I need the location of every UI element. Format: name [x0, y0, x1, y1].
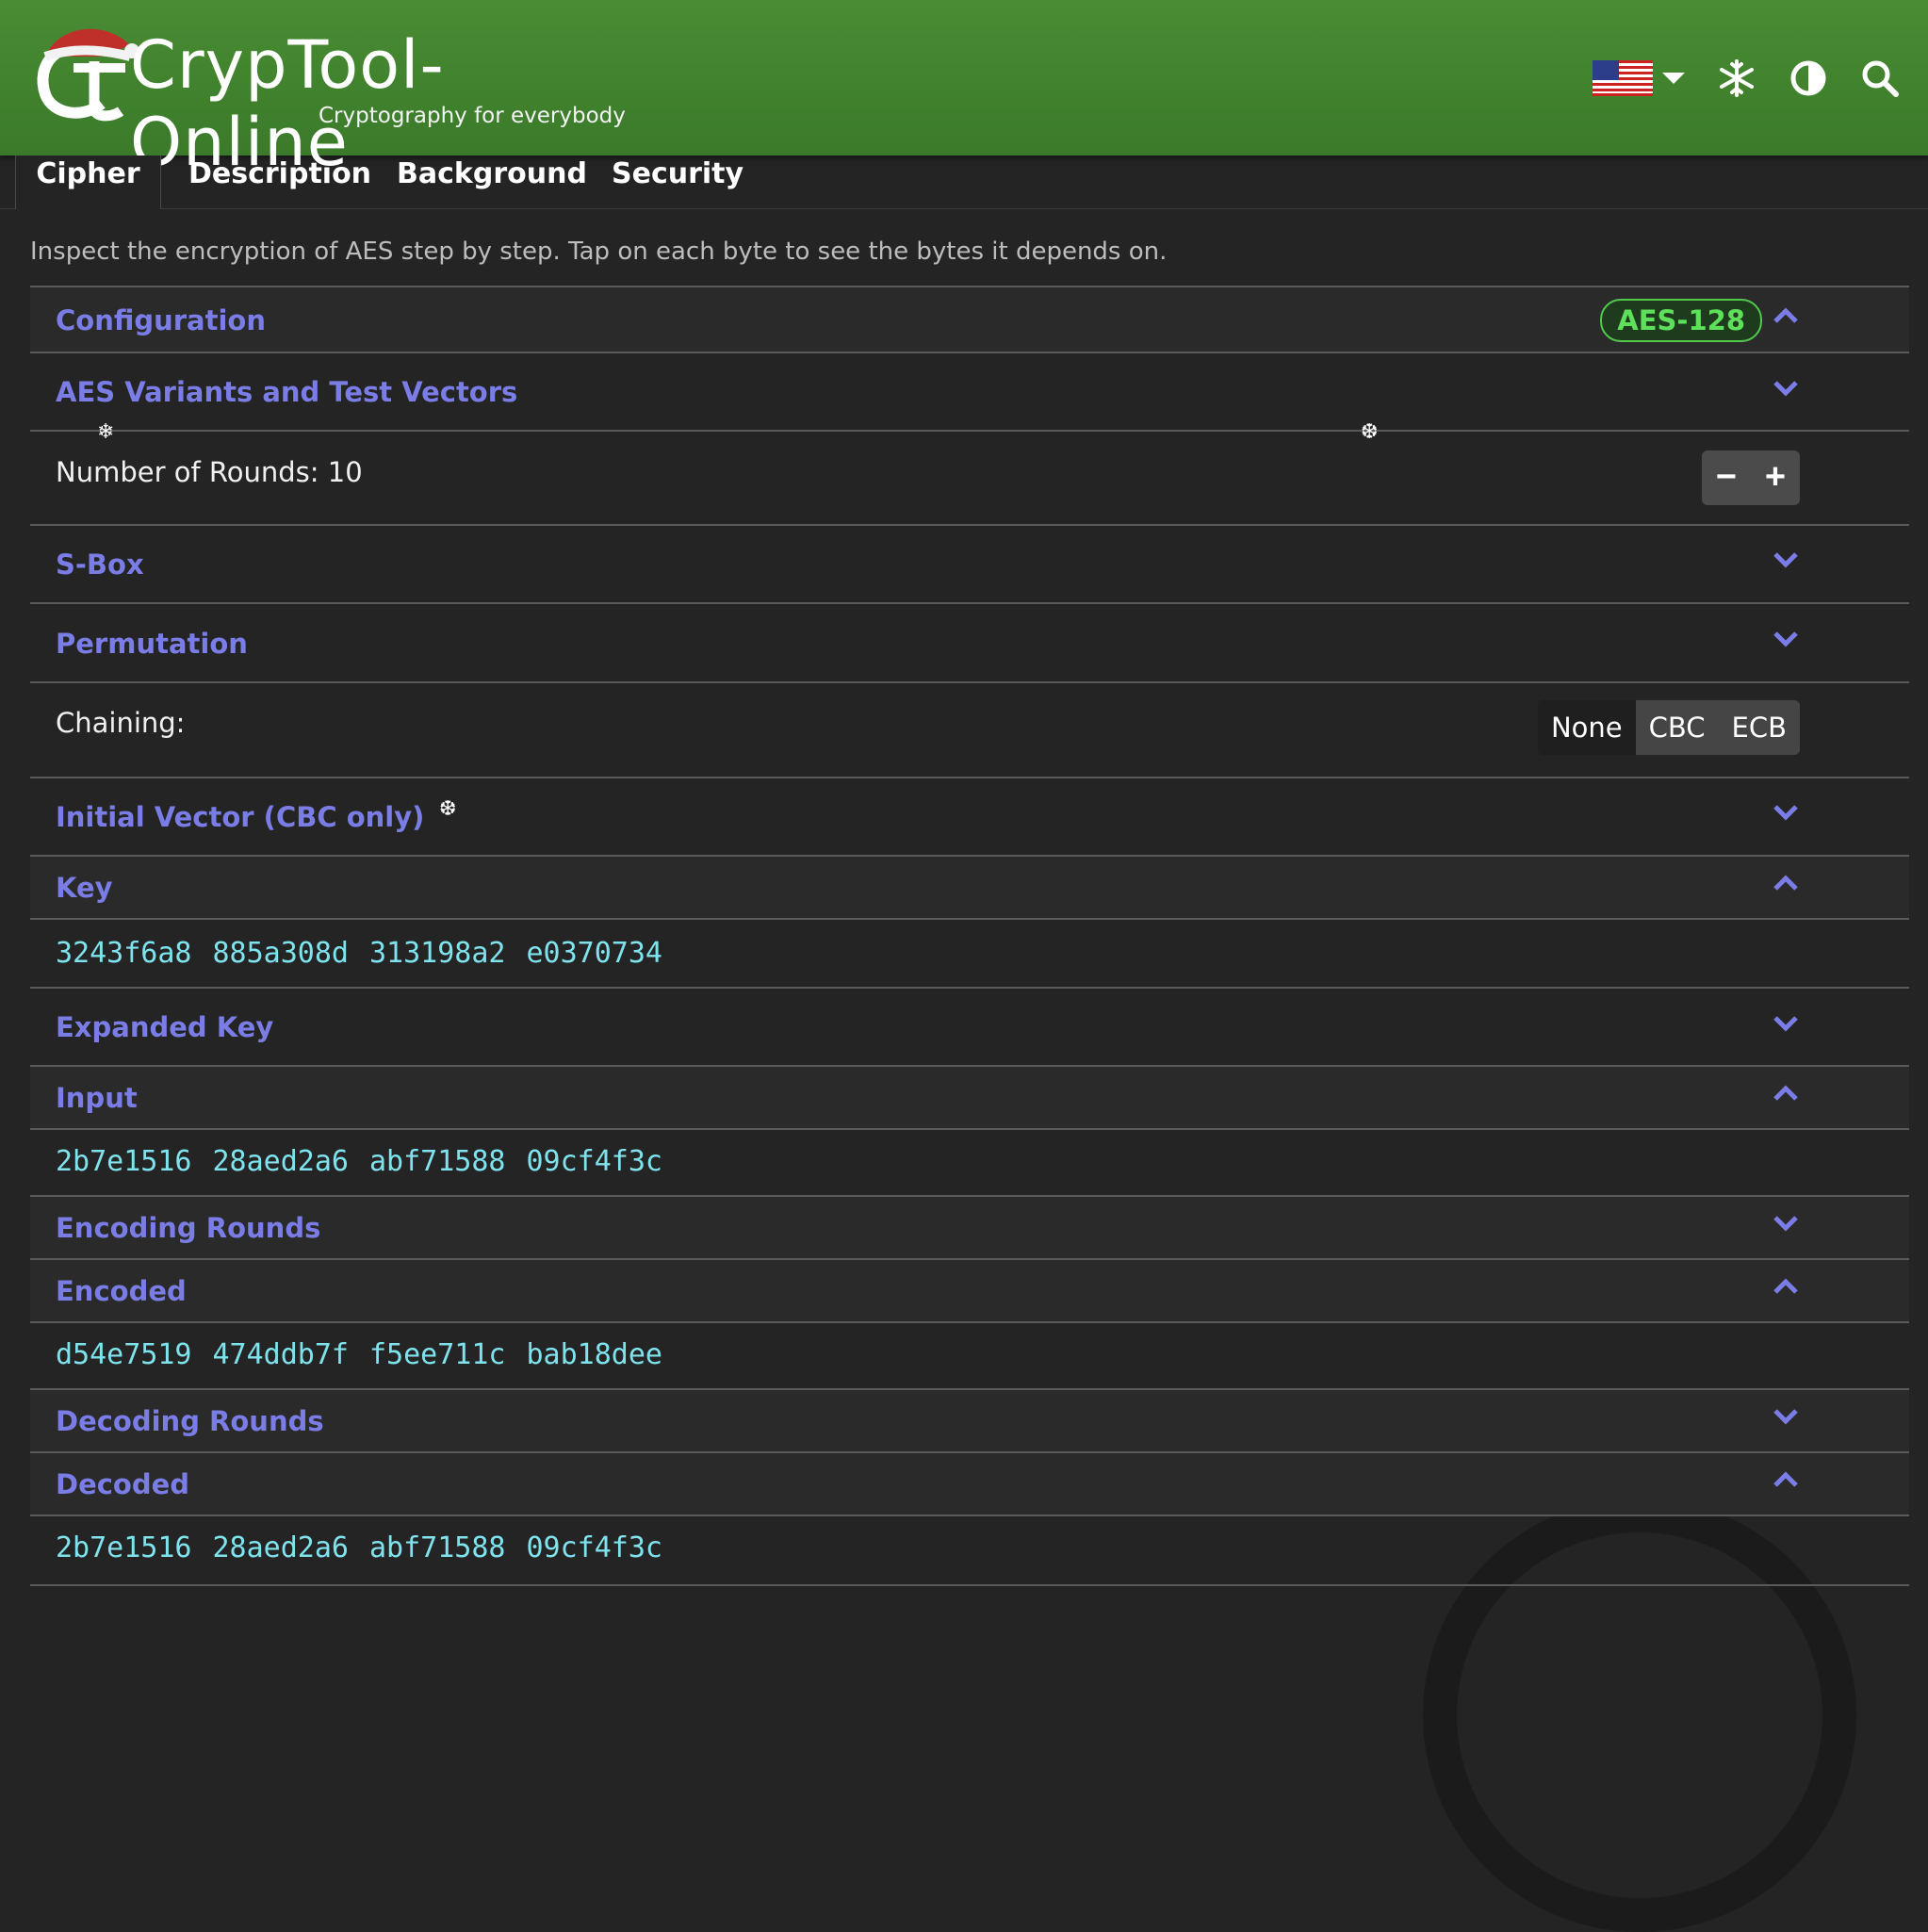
chevron-down-icon[interactable]	[1772, 803, 1800, 822]
rounds-label: Number of Rounds: 10	[56, 456, 363, 488]
expanded-key-label: Expanded Key	[56, 1011, 274, 1043]
tab-background[interactable]: Background	[397, 156, 587, 208]
sbox-label: S-Box	[56, 548, 144, 581]
rounds-stepper: − +	[1702, 450, 1800, 505]
input-value: 2b7e1516 28aed2a6 abf71588 09cf4f3c	[56, 1145, 683, 1178]
tab-security[interactable]: Security	[612, 156, 743, 208]
chevron-up-icon[interactable]	[1772, 874, 1800, 892]
encoded-word[interactable]: 474ddb7f	[213, 1338, 350, 1371]
chevron-up-icon[interactable]	[1772, 1084, 1800, 1103]
search-icon[interactable]	[1860, 58, 1900, 98]
intro-text: Inspect the encryption of AES step by st…	[30, 237, 1168, 266]
chaining-section: Chaining: None CBC ECB	[30, 681, 1909, 778]
encoded-value-row: d54e7519 474ddb7f f5ee711c bab18dee	[30, 1321, 1909, 1391]
chevron-up-icon[interactable]	[1772, 1277, 1800, 1296]
tab-cipher[interactable]: Cipher	[15, 156, 161, 209]
decrement-button[interactable]: −	[1702, 450, 1751, 505]
key-word[interactable]: e0370734	[527, 937, 663, 970]
input-word[interactable]: 09cf4f3c	[527, 1145, 663, 1178]
variants-section[interactable]: AES Variants and Test Vectors	[30, 352, 1909, 431]
us-flag-icon[interactable]	[1593, 60, 1653, 96]
iv-label: Initial Vector (CBC only)	[56, 801, 425, 833]
chaining-cbc-option[interactable]: CBC	[1635, 700, 1719, 755]
key-section[interactable]: Key	[30, 855, 1909, 919]
chevron-down-icon[interactable]	[1772, 1014, 1800, 1033]
input-label: Input	[56, 1082, 138, 1114]
key-word[interactable]: 885a308d	[213, 937, 350, 970]
chevron-down-icon[interactable]	[1772, 1407, 1800, 1426]
aes-variant-badge: AES-128	[1600, 299, 1762, 342]
variants-label: AES Variants and Test Vectors	[56, 376, 518, 408]
chevron-up-icon[interactable]	[1772, 306, 1800, 325]
decoded-label: Decoded	[56, 1468, 190, 1500]
encoded-word[interactable]: bab18dee	[527, 1338, 663, 1371]
encoded-value: d54e7519 474ddb7f f5ee711c bab18dee	[56, 1338, 683, 1371]
chevron-down-icon[interactable]	[1662, 73, 1685, 84]
decoded-value-row: 2b7e1516 28aed2a6 abf71588 09cf4f3c	[30, 1514, 1909, 1586]
expanded-key-section[interactable]: Expanded Key	[30, 987, 1909, 1066]
sbox-section[interactable]: S-Box	[30, 524, 1909, 603]
key-label: Key	[56, 872, 113, 904]
tab-bar: Cipher Description Background Security	[0, 156, 1928, 209]
encoding-rounds-label: Encoding Rounds	[56, 1212, 321, 1244]
input-word[interactable]: 28aed2a6	[213, 1145, 350, 1178]
logo-ct-icon	[37, 28, 139, 122]
increment-button[interactable]: +	[1751, 450, 1800, 505]
contrast-icon[interactable]	[1789, 58, 1828, 98]
decoding-rounds-label: Decoding Rounds	[56, 1405, 324, 1437]
encoded-word[interactable]: f5ee711c	[369, 1338, 506, 1371]
logo[interactable]: CrypTool-Online Cryptography for everybo…	[36, 9, 639, 181]
chevron-down-icon[interactable]	[1772, 1214, 1800, 1233]
snowflake-icon: ❆	[439, 796, 457, 820]
snowflake-icon: ❆	[1361, 419, 1379, 443]
encoded-word[interactable]: d54e7519	[56, 1338, 192, 1371]
encoded-label: Encoded	[56, 1275, 187, 1307]
decoded-word[interactable]: abf71588	[369, 1531, 506, 1564]
chevron-down-icon[interactable]	[1772, 550, 1800, 569]
permutation-label: Permutation	[56, 628, 248, 660]
chaining-none-option[interactable]: None	[1537, 700, 1636, 755]
app-header: CrypTool-Online Cryptography for everybo…	[0, 0, 1928, 181]
chevron-down-icon[interactable]	[1772, 630, 1800, 648]
snowflake-icon[interactable]	[1717, 58, 1756, 98]
decoded-section[interactable]: Decoded	[30, 1451, 1909, 1515]
key-value: 3243f6a8 885a308d 313198a2 e0370734	[56, 937, 683, 970]
snowflake-icon: ❄	[97, 419, 115, 443]
configuration-section[interactable]: Configuration AES-128	[30, 286, 1909, 353]
key-word[interactable]: 313198a2	[369, 937, 506, 970]
decoded-word[interactable]: 28aed2a6	[213, 1531, 350, 1564]
key-value-row: 3243f6a8 885a308d 313198a2 e0370734	[30, 918, 1909, 988]
encoded-section[interactable]: Encoded	[30, 1258, 1909, 1322]
chevron-up-icon[interactable]	[1772, 1470, 1800, 1489]
chevron-down-icon[interactable]	[1772, 379, 1800, 398]
permutation-section[interactable]: Permutation	[30, 602, 1909, 682]
key-word[interactable]: 3243f6a8	[56, 937, 192, 970]
configuration-label: Configuration	[56, 304, 266, 336]
input-word[interactable]: 2b7e1516	[56, 1145, 192, 1178]
rounds-section: Number of Rounds: 10 − +	[30, 430, 1909, 525]
iv-section[interactable]: Initial Vector (CBC only)	[30, 777, 1909, 856]
input-value-row: 2b7e1516 28aed2a6 abf71588 09cf4f3c	[30, 1128, 1909, 1196]
chaining-ecb-option[interactable]: ECB	[1718, 700, 1800, 755]
input-section[interactable]: Input	[30, 1065, 1909, 1129]
tab-description[interactable]: Description	[188, 156, 371, 208]
chaining-selector: None CBC ECB	[1537, 700, 1800, 755]
decoding-rounds-section[interactable]: Decoding Rounds	[30, 1388, 1909, 1452]
chaining-label: Chaining:	[56, 707, 186, 739]
encoding-rounds-section[interactable]: Encoding Rounds	[30, 1195, 1909, 1259]
decoded-value: 2b7e1516 28aed2a6 abf71588 09cf4f3c	[56, 1531, 683, 1564]
app-subtitle: Cryptography for everybody	[319, 104, 626, 128]
decoded-word[interactable]: 09cf4f3c	[527, 1531, 663, 1564]
input-word[interactable]: abf71588	[369, 1145, 506, 1178]
decoded-word[interactable]: 2b7e1516	[56, 1531, 192, 1564]
